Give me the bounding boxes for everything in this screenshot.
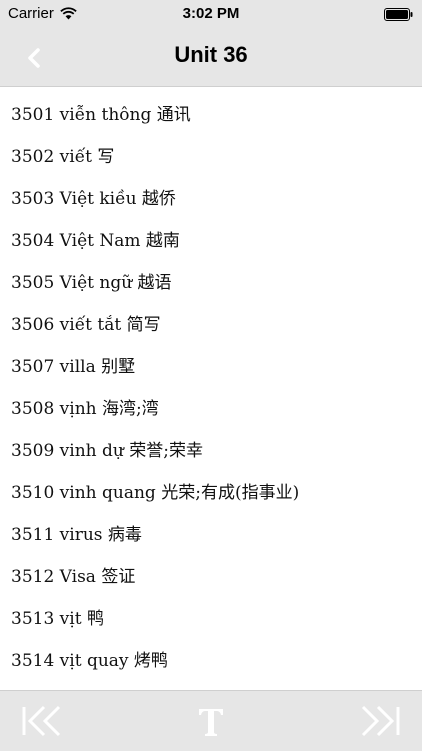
status-bar: Carrier 3:02 PM (0, 0, 422, 28)
list-item[interactable]: 3508 vịnh 海湾;湾 (0, 388, 422, 430)
screen: Carrier 3:02 PM Unit 36 3501 viễn thông … (0, 0, 422, 751)
chevron-left-icon (28, 48, 40, 68)
word-list: 3501 viễn thông 通讯 3502 viết 写 3503 Việt… (0, 94, 422, 682)
list-item[interactable]: 3512 Visa 签证 (0, 556, 422, 598)
list-item[interactable]: 3504 Việt Nam 越南 (0, 220, 422, 262)
list-item[interactable]: 3513 vịt 鸭 (0, 598, 422, 640)
list-item[interactable]: 3502 viết 写 (0, 136, 422, 178)
list-item[interactable]: 3514 vịt quay 烤鸭 (0, 640, 422, 682)
first-button[interactable] (18, 701, 66, 741)
status-time: 3:02 PM (182, 5, 240, 22)
last-button[interactable] (356, 701, 404, 741)
list-item[interactable]: 3503 Việt kiều 越侨 (0, 178, 422, 220)
battery-full-icon (384, 8, 413, 21)
font-button[interactable] (187, 701, 235, 741)
text-format-icon (199, 709, 223, 736)
back-button[interactable] (16, 42, 52, 74)
list-item[interactable]: 3511 virus 病毒 (0, 514, 422, 556)
page-title: Unit 36 (174, 42, 248, 67)
list-item[interactable]: 3510 vinh quang 光荣;有成(指事业) (0, 472, 422, 514)
list-item[interactable]: 3506 viết tắt 简写 (0, 304, 422, 346)
bottom-toolbar (0, 690, 422, 751)
list-item[interactable]: 3509 vinh dự 荣誉;荣幸 (0, 430, 422, 472)
list-item[interactable]: 3501 viễn thông 通讯 (0, 94, 422, 136)
navigation-bar: Unit 36 (0, 28, 422, 87)
list-item[interactable]: 3507 villa 别墅 (0, 346, 422, 388)
list-item[interactable]: 3505 Việt ngữ 越语 (0, 262, 422, 304)
skip-to-last-icon (361, 705, 400, 737)
skip-to-first-icon (22, 705, 61, 737)
